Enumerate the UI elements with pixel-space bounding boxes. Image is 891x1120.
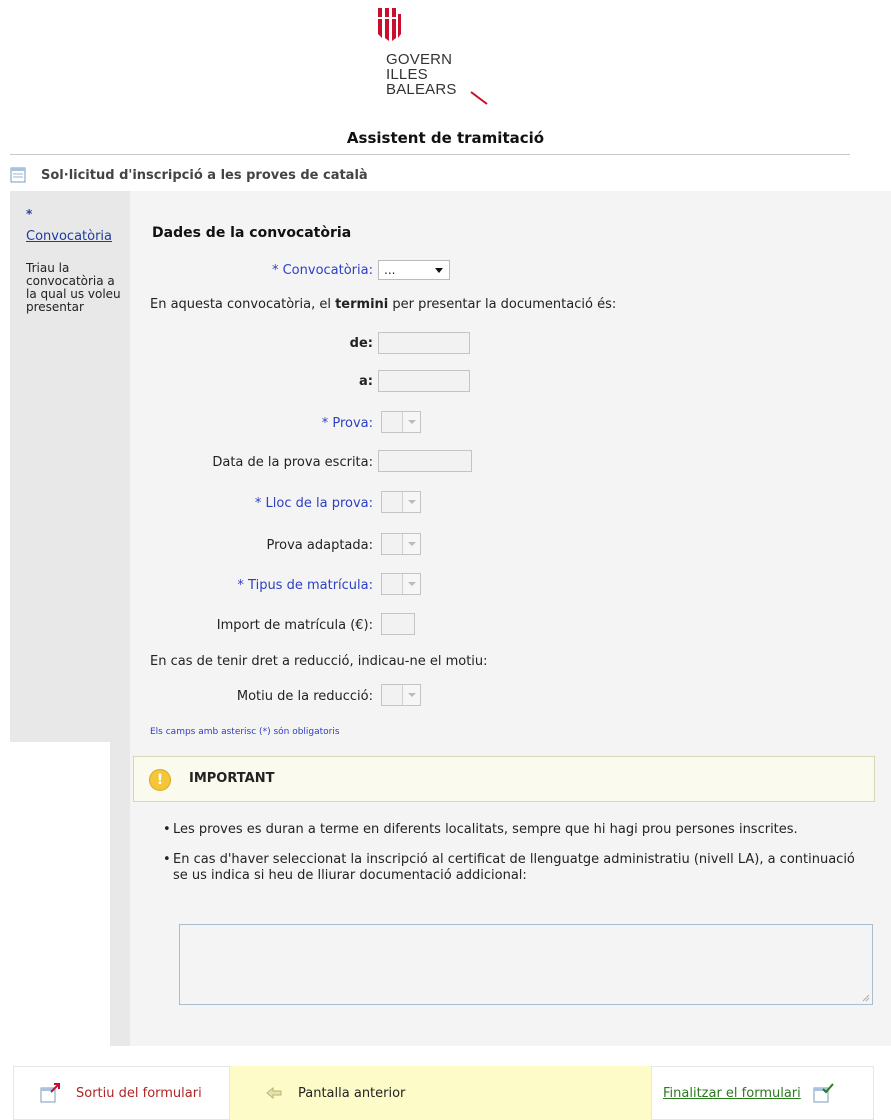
logo-wordmark: GOVERN ILLES BALEARS bbox=[386, 52, 457, 97]
dropdown-arrow-icon bbox=[402, 685, 420, 705]
previous-screen-label: Pantalla anterior bbox=[298, 1085, 406, 1101]
previous-screen-button[interactable]: Pantalla anterior bbox=[230, 1066, 437, 1120]
bullet-dot: • bbox=[163, 822, 171, 837]
warning-icon: ! bbox=[149, 769, 171, 791]
finish-form-label: Finalitzar el formulari bbox=[663, 1085, 801, 1101]
bullet-dot: • bbox=[163, 852, 171, 867]
exit-form-label: Sortiu del formulari bbox=[76, 1085, 202, 1101]
reduccio-text: En cas de tenir dret a reducció, indicau… bbox=[150, 654, 488, 669]
section-title: Dades de la convocatòria bbox=[152, 225, 352, 241]
govern-logo-icon bbox=[378, 8, 401, 41]
title-divider bbox=[10, 154, 850, 155]
termini-de-field[interactable] bbox=[378, 332, 470, 354]
data-prova-label: Data de la prova escrita: bbox=[212, 455, 373, 470]
finish-form-button[interactable]: Finalitzar el formulari bbox=[651, 1066, 874, 1120]
prova-adaptada-label: Prova adaptada: bbox=[266, 538, 373, 553]
import-matricula-field[interactable] bbox=[381, 613, 415, 635]
lloc-label: * Lloc de la prova: bbox=[254, 496, 373, 511]
termini-a-label: a: bbox=[359, 374, 373, 389]
important-bullet-1-text: Les proves es duran a terme en diferents… bbox=[173, 822, 798, 837]
prova-select[interactable] bbox=[381, 411, 421, 433]
document-icon bbox=[10, 167, 26, 183]
resize-grip-icon[interactable] bbox=[862, 994, 870, 1002]
dropdown-arrow-icon bbox=[402, 574, 420, 594]
exit-form-button[interactable]: Sortiu del formulari bbox=[13, 1066, 230, 1120]
exit-icon bbox=[40, 1083, 60, 1103]
tipus-matricula-label: * Tipus de matrícula: bbox=[237, 578, 373, 593]
tipus-matricula-select[interactable] bbox=[381, 573, 421, 595]
motiu-reduccio-label: Motiu de la reducció: bbox=[236, 689, 373, 704]
dropdown-arrow-icon bbox=[402, 412, 420, 432]
logo-line-2: ILLES bbox=[386, 66, 428, 83]
app-title: Assistent de tramitació bbox=[346, 129, 545, 147]
required-fields-note: Els camps amb asterisc (*) són obligator… bbox=[150, 727, 340, 737]
dropdown-arrow-icon bbox=[402, 534, 420, 554]
form-title: Sol·licitud d'inscripció a les proves de… bbox=[41, 167, 368, 183]
termini-text: En aquesta convocatòria, el termini per … bbox=[150, 297, 616, 312]
logo-slash-icon bbox=[470, 91, 488, 105]
finish-check-icon bbox=[813, 1083, 834, 1103]
chevron-down-icon bbox=[435, 268, 443, 273]
convocatoria-select[interactable]: ... bbox=[378, 260, 450, 280]
form-title-row: Sol·licitud d'inscripció a les proves de… bbox=[10, 165, 368, 185]
lloc-select[interactable] bbox=[381, 491, 421, 513]
back-arrow-icon bbox=[266, 1087, 282, 1099]
prova-adaptada-select[interactable] bbox=[381, 533, 421, 555]
prova-label: * Prova: bbox=[321, 416, 373, 431]
sidebar-blank-area bbox=[10, 742, 110, 1046]
termini-a-field[interactable] bbox=[378, 370, 470, 392]
documentacio-addicional-textarea[interactable] bbox=[179, 924, 873, 1005]
logo-line-3: BALEARS bbox=[386, 81, 457, 98]
import-matricula-label: Import de matrícula (€): bbox=[216, 618, 373, 633]
termini-text-pre: En aquesta convocatòria, el bbox=[150, 297, 336, 312]
dropdown-arrow-icon bbox=[402, 492, 420, 512]
termini-text-post: per presentar la documentació és: bbox=[388, 297, 617, 312]
current-step-marker: * bbox=[26, 207, 33, 221]
step-link-convocatoria[interactable]: Convocatòria bbox=[26, 229, 112, 244]
termini-text-bold: termini bbox=[335, 297, 389, 312]
data-prova-field[interactable] bbox=[378, 450, 472, 472]
important-title: IMPORTANT bbox=[189, 771, 275, 786]
motiu-reduccio-select[interactable] bbox=[381, 684, 421, 706]
step-help-text: Triau la convocatòria a la qual us voleu… bbox=[26, 261, 121, 314]
convocatoria-label: * Convocatòria: bbox=[271, 263, 373, 278]
termini-de-label: de: bbox=[349, 336, 373, 351]
logo-line-1: GOVERN bbox=[386, 51, 453, 68]
convocatoria-select-value: ... bbox=[384, 263, 396, 277]
important-bullet-2-text: En cas d'haver seleccionat la inscripció… bbox=[173, 852, 855, 883]
